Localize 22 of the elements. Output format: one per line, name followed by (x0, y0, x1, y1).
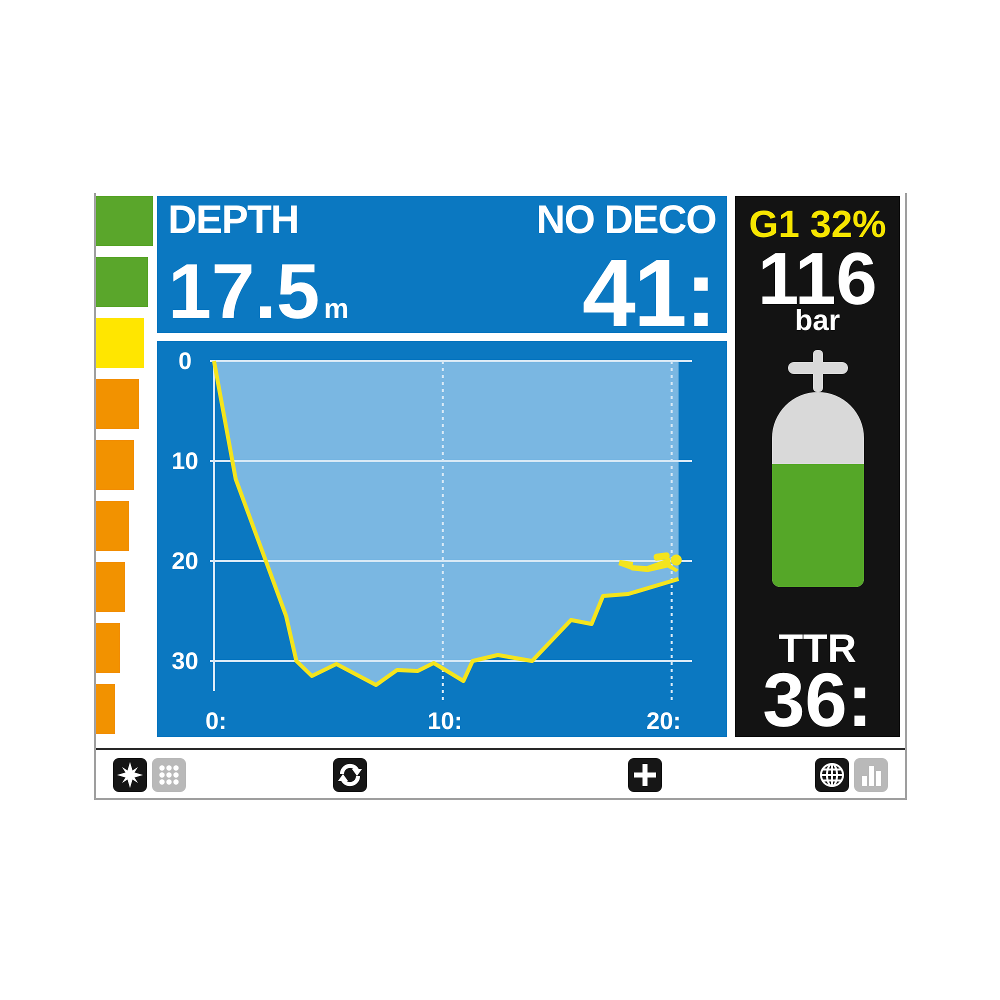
no-deco-label: NO DECO (536, 200, 717, 240)
x-tick-label: 20: (646, 708, 682, 735)
gas-mix-label: G1 32% (748, 206, 886, 244)
ttr-label: TTR (778, 629, 856, 670)
no-deco-time: 41: (582, 256, 716, 333)
pressure-unit: bar (794, 308, 840, 334)
y-tick-label: 30 (172, 648, 198, 675)
x-tick-label: 0: (205, 708, 227, 735)
globe-icon[interactable] (815, 758, 849, 792)
depth-unit: m (324, 295, 349, 323)
depth-value: 17.5 (168, 260, 320, 322)
diver-icon (618, 552, 682, 572)
cycle-arrows-icon[interactable] (333, 758, 367, 792)
y-tick-label: 20 (172, 548, 198, 575)
y-tick-label: 0 (178, 348, 192, 375)
plus-icon[interactable] (628, 758, 662, 792)
depth-label: DEPTH (168, 200, 300, 240)
x-tick-label: 10: (428, 708, 462, 735)
tank-pressure: 116 (758, 249, 878, 308)
ttr-time: 36: (762, 671, 872, 732)
y-tick-label: 10 (172, 448, 198, 475)
dot-grid-icon[interactable] (152, 758, 186, 792)
